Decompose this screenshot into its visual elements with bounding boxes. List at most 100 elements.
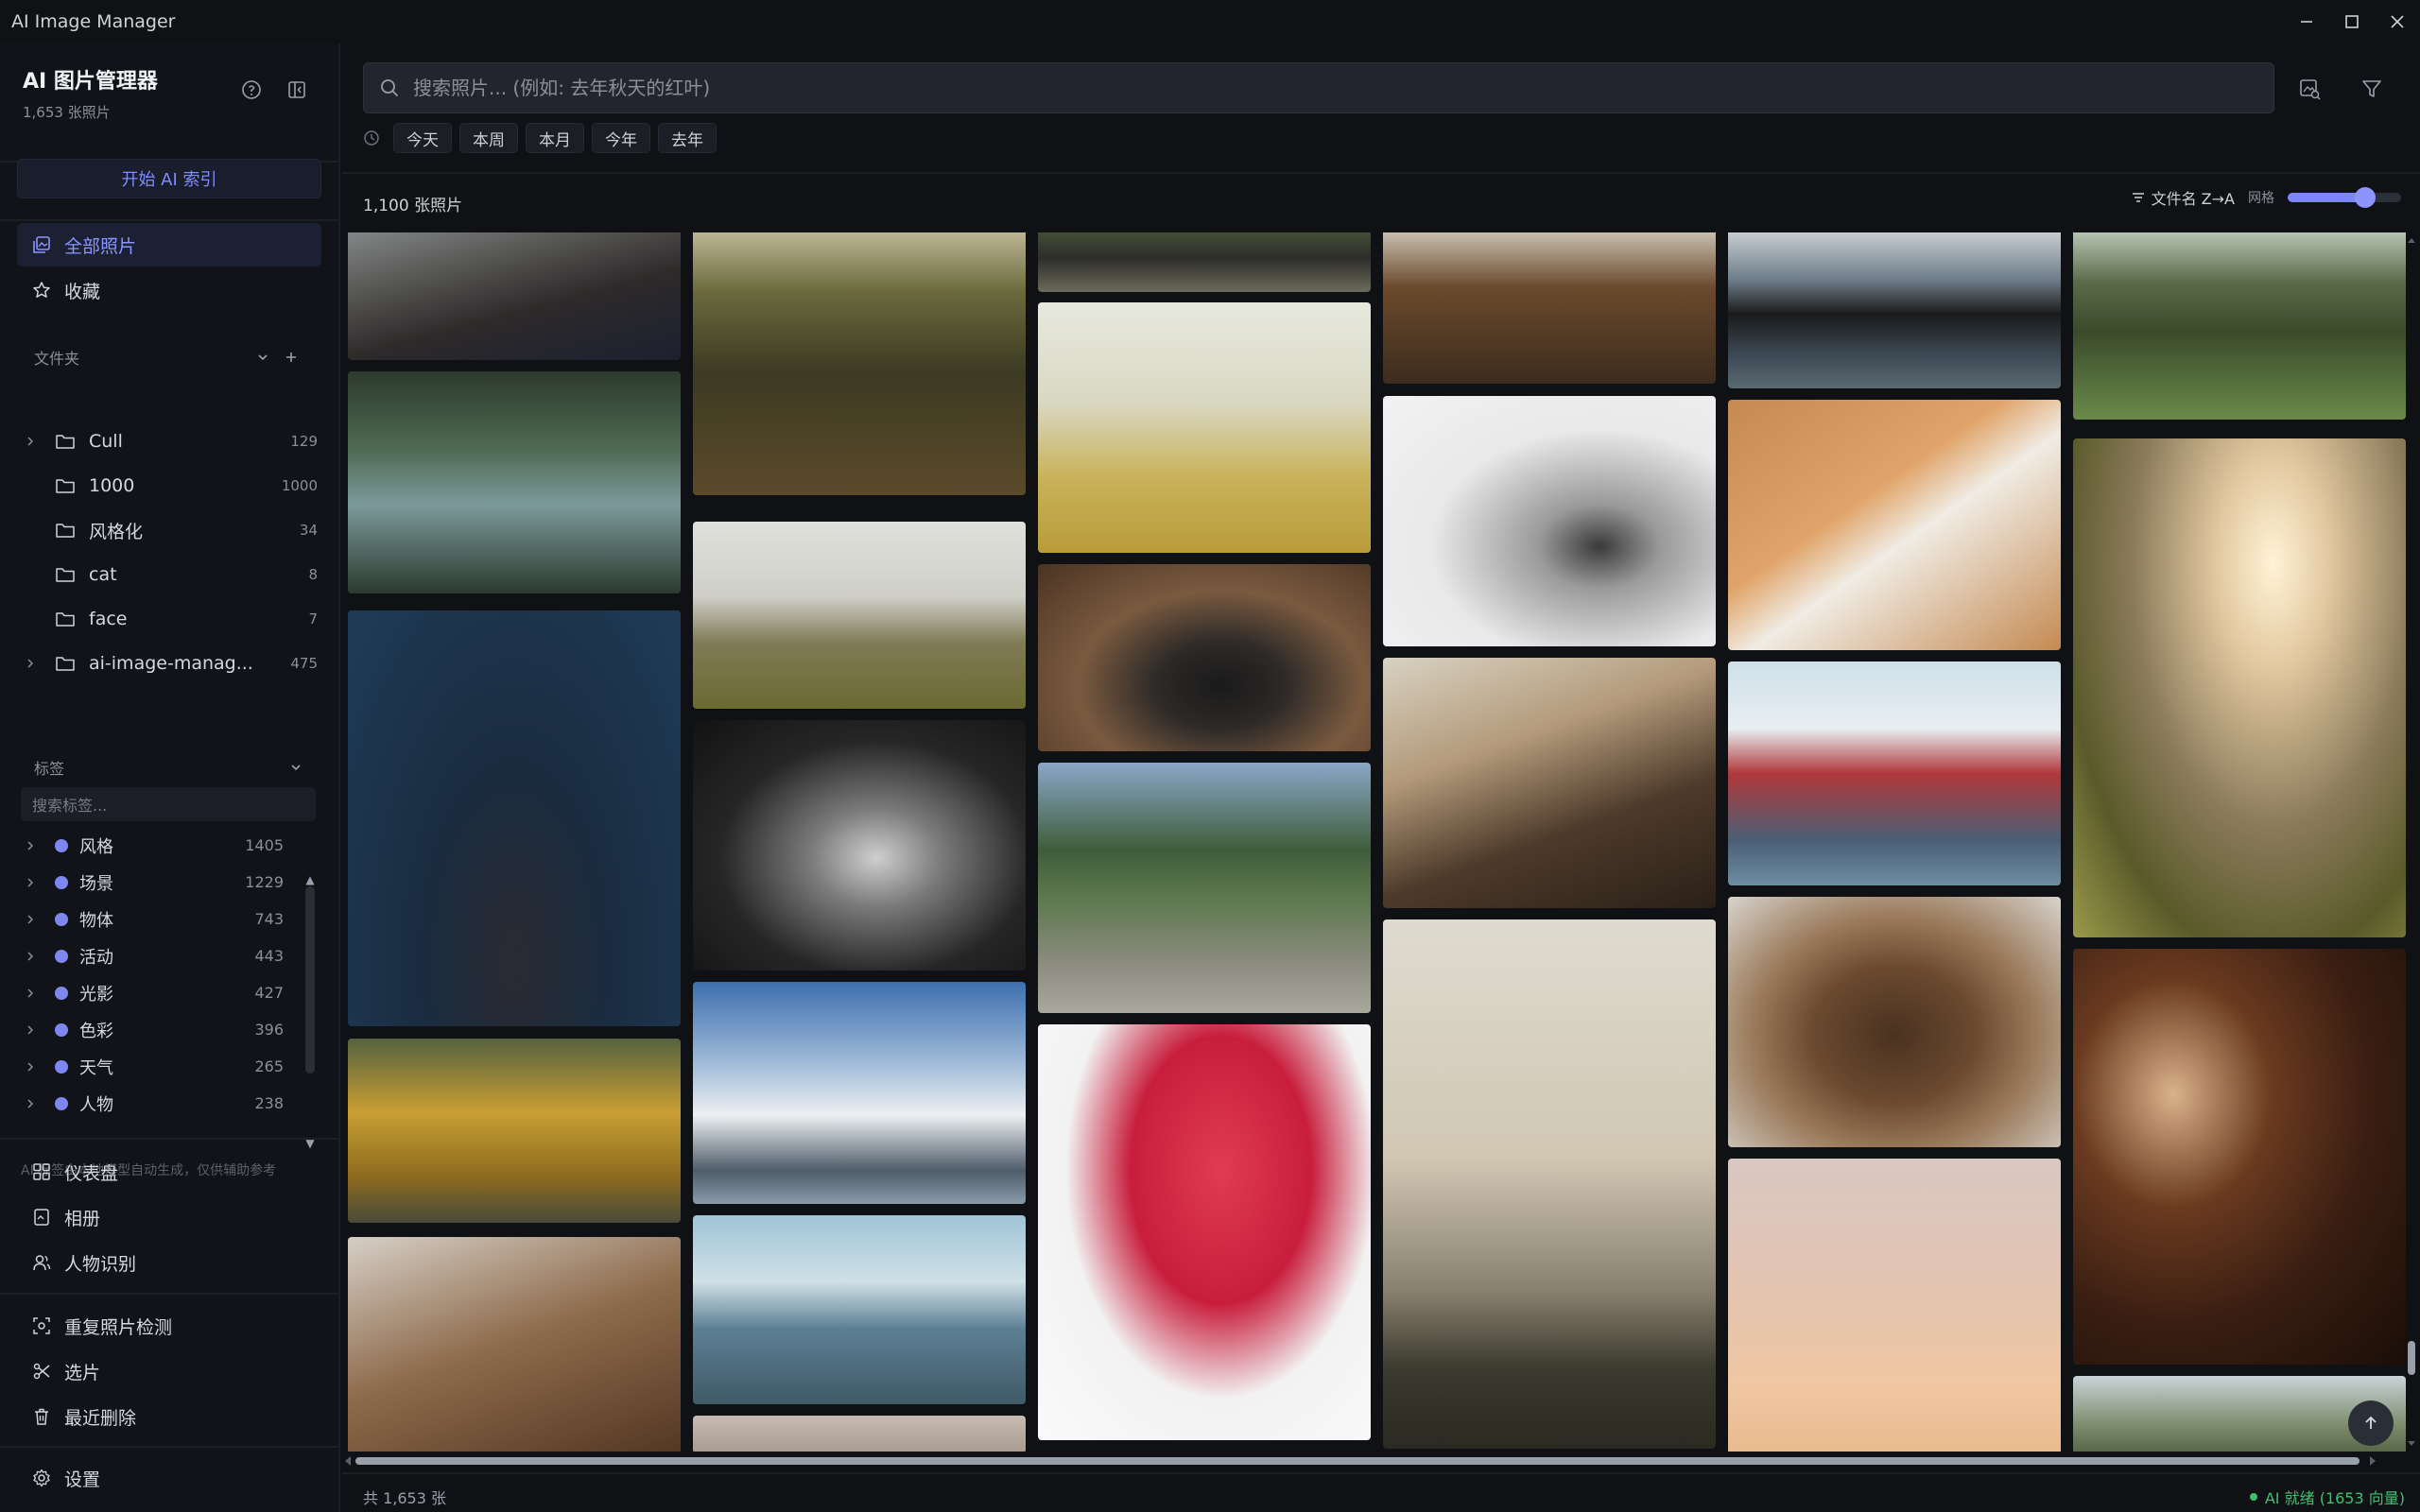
chevron-right-icon[interactable]	[17, 877, 43, 888]
minimize-button[interactable]	[2284, 0, 2329, 43]
minimize-icon	[2301, 21, 2312, 23]
photo-search-box[interactable]	[363, 62, 2274, 113]
chevron-right-icon[interactable]	[17, 1024, 43, 1036]
slider-knob[interactable]	[2354, 187, 2376, 208]
date-chip[interactable]: 本周	[459, 123, 518, 153]
date-chip[interactable]: 本月	[526, 123, 584, 153]
photo-thumbnail[interactable]	[348, 1237, 681, 1452]
add-folder-button[interactable]	[282, 348, 301, 367]
photo-thumbnail[interactable]	[348, 1039, 681, 1223]
photo-thumbnail[interactable]	[1728, 662, 2061, 885]
photo-thumbnail[interactable]	[2073, 438, 2406, 937]
photo-thumbnail[interactable]	[693, 1215, 1026, 1404]
chevron-right-icon[interactable]	[17, 1098, 43, 1109]
photo-thumbnail[interactable]	[1728, 897, 2061, 1147]
nav-dashboard[interactable]: 仪表盘	[17, 1150, 321, 1194]
folder-item[interactable]: ai-image-manag... 475	[17, 642, 321, 685]
folder-item[interactable]: 1000 1000	[17, 464, 321, 507]
photo-search-input[interactable]	[413, 77, 2209, 99]
tag-item[interactable]: 活动 443	[17, 937, 284, 974]
chevron-right-icon[interactable]	[17, 1061, 43, 1073]
folder-icon	[55, 477, 89, 494]
folder-item[interactable]: 风格化 34	[17, 508, 321, 552]
tag-item[interactable]: 人物 238	[17, 1085, 284, 1122]
tag-search-input[interactable]: 搜索标签...	[21, 787, 316, 821]
photo-thumbnail[interactable]	[1038, 302, 1371, 553]
folder-item[interactable]: cat 8	[17, 553, 321, 596]
folder-name: ai-image-manag...	[89, 653, 253, 674]
chevron-right-icon[interactable]	[17, 914, 43, 925]
tag-item[interactable]: 天气 265	[17, 1048, 284, 1085]
nav-duplicates[interactable]: 重复照片检测	[17, 1304, 321, 1348]
date-chip[interactable]: 去年	[658, 123, 717, 153]
nav-all-photos[interactable]: 全部照片	[17, 223, 321, 266]
tag-item[interactable]: 风格 1405	[17, 827, 284, 864]
vertical-scrollbar[interactable]	[2403, 232, 2420, 1452]
help-button[interactable]	[239, 77, 264, 102]
folder-icon	[55, 522, 89, 539]
grid-size-slider[interactable]	[2288, 187, 2401, 208]
maximize-button[interactable]	[2329, 0, 2375, 43]
tag-scroll-up-button[interactable]: ▲	[303, 873, 317, 886]
tags-collapse-button[interactable]	[286, 758, 305, 777]
photo-thumbnail[interactable]	[693, 982, 1026, 1204]
photo-thumbnail[interactable]	[348, 232, 681, 360]
nav-recently-deleted[interactable]: 最近删除	[17, 1395, 321, 1438]
tag-color-dot	[55, 1022, 68, 1037]
folder-item[interactable]: face 7	[17, 597, 321, 641]
photo-thumbnail[interactable]	[2073, 949, 2406, 1365]
image-search-button[interactable]	[2296, 76, 2323, 102]
tag-name: 风格	[79, 836, 113, 857]
date-chip[interactable]: 今年	[592, 123, 650, 153]
photo-thumbnail[interactable]	[693, 522, 1026, 709]
date-chip[interactable]: 今天	[393, 123, 452, 153]
photo-thumbnail[interactable]	[348, 371, 681, 593]
scissors-icon	[33, 1363, 50, 1380]
nav-albums-label: 相册	[64, 1208, 101, 1229]
photo-thumbnail[interactable]	[1038, 763, 1371, 1013]
folder-item[interactable]: Cull 129	[17, 420, 321, 463]
photo-thumbnail[interactable]	[1728, 232, 2061, 388]
divider	[0, 1293, 338, 1295]
folders-collapse-button[interactable]	[253, 348, 272, 367]
chevron-right-icon[interactable]	[17, 951, 43, 962]
tag-item[interactable]: 光影 427	[17, 974, 284, 1011]
nav-albums[interactable]: 相册	[17, 1195, 321, 1239]
photo-thumbnail[interactable]	[1728, 1159, 2061, 1452]
filter-button[interactable]	[2359, 76, 2385, 102]
photo-thumbnail[interactable]	[693, 232, 1026, 495]
close-button[interactable]	[2375, 0, 2420, 43]
photo-thumbnail[interactable]	[1383, 232, 1716, 384]
start-ai-index-button[interactable]: 开始 AI 索引	[17, 159, 321, 198]
photo-thumbnail[interactable]	[1383, 658, 1716, 908]
chevron-right-icon[interactable]	[17, 436, 43, 447]
tag-item[interactable]: 色彩 396	[17, 1011, 284, 1048]
sort-button[interactable]: 文件名 Z→A	[2131, 186, 2235, 209]
nav-favorites[interactable]: 收藏	[17, 268, 321, 312]
photo-thumbnail[interactable]	[1728, 400, 2061, 650]
tag-item[interactable]: 物体 743	[17, 901, 284, 937]
collapse-sidebar-button[interactable]	[285, 77, 309, 102]
horizontal-scrollbar[interactable]	[342, 1452, 2403, 1470]
photo-thumbnail[interactable]	[1038, 1024, 1371, 1440]
nav-culling[interactable]: 选片	[17, 1349, 321, 1393]
vertical-scroll-thumb[interactable]	[2408, 1341, 2415, 1375]
photo-thumbnail[interactable]	[1383, 919, 1716, 1449]
sidebar-header: AI 图片管理器 1,653 张照片	[23, 64, 158, 122]
tag-item[interactable]: 场景 1229	[17, 864, 284, 901]
photo-thumbnail[interactable]	[1038, 232, 1371, 292]
chevron-right-icon[interactable]	[17, 988, 43, 999]
nav-settings[interactable]: 设置	[17, 1456, 321, 1500]
back-to-top-button[interactable]	[2348, 1400, 2394, 1446]
photo-thumbnail[interactable]	[2073, 232, 2406, 420]
nav-people[interactable]: 人物识别	[17, 1241, 321, 1284]
photo-thumbnail[interactable]	[693, 1416, 1026, 1452]
photo-thumbnail[interactable]	[1383, 396, 1716, 646]
chevron-right-icon[interactable]	[17, 840, 43, 851]
horizontal-scroll-thumb[interactable]	[355, 1457, 2360, 1465]
tag-scrollbar[interactable]	[305, 886, 315, 1074]
photo-thumbnail[interactable]	[348, 610, 681, 1026]
photo-thumbnail[interactable]	[1038, 564, 1371, 751]
chevron-right-icon[interactable]	[17, 658, 43, 669]
photo-thumbnail[interactable]	[693, 720, 1026, 971]
